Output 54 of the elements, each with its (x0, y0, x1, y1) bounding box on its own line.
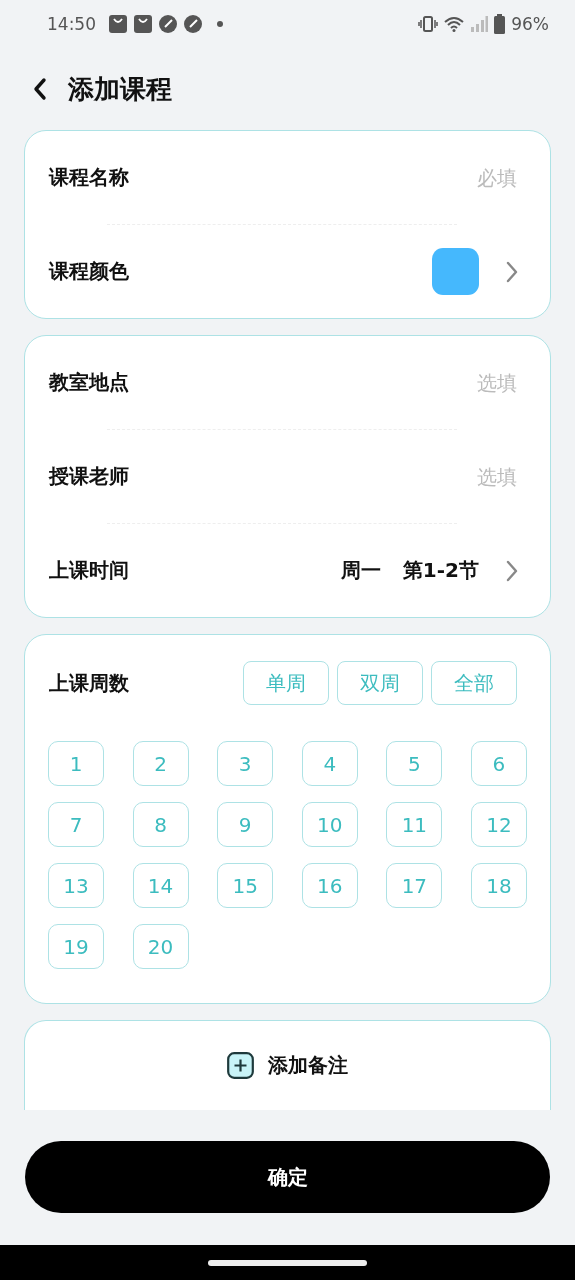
page-title: 添加课程 (68, 72, 172, 106)
week-button[interactable]: 14 (132, 863, 189, 908)
bag-icon (134, 15, 152, 33)
week-button[interactable]: 8 (132, 802, 189, 847)
color-swatch[interactable] (432, 248, 479, 295)
back-icon[interactable] (32, 77, 48, 101)
input-field[interactable]: 选填 (395, 369, 519, 396)
field-label: 教室地点 (49, 369, 129, 396)
gauge-icon (159, 15, 177, 33)
section-label: 上课周数 (49, 669, 129, 697)
week-button[interactable]: 4 (301, 741, 358, 786)
add-note-button[interactable]: 添加备注 (24, 1020, 551, 1110)
field-label: 课程颜色 (49, 258, 129, 285)
week-button[interactable]: 20 (132, 924, 189, 969)
week-button[interactable]: 15 (217, 863, 274, 908)
field-label: 上课时间 (49, 557, 129, 584)
week-button[interactable]: 9 (217, 802, 274, 847)
vibrate-icon (418, 16, 439, 32)
week-filter-button[interactable]: 全部 (431, 661, 517, 705)
week-filter-button[interactable]: 双周 (337, 661, 423, 705)
week-button[interactable]: 5 (386, 741, 443, 786)
signal-icon (470, 16, 489, 32)
week-button[interactable]: 16 (301, 863, 358, 908)
field-label: 课程名称 (49, 164, 129, 191)
picker-value[interactable]: 第1-2节 (402, 557, 479, 584)
gauge-icon (184, 15, 202, 33)
week-button[interactable]: 13 (48, 863, 104, 908)
week-button[interactable]: 17 (386, 863, 443, 908)
status-time: 14:50 (47, 14, 96, 34)
field-label: 授课老师 (49, 463, 129, 490)
input-field[interactable]: 选填 (395, 463, 519, 490)
week-button[interactable]: 6 (470, 741, 527, 786)
wifi-icon (444, 16, 465, 32)
chevron-right-icon (505, 259, 519, 284)
week-button[interactable]: 10 (301, 802, 358, 847)
chevron-right-icon (505, 558, 519, 583)
dot-icon (217, 21, 223, 27)
battery-percent: 96% (511, 14, 549, 34)
week-button[interactable]: 11 (386, 802, 443, 847)
home-indicator[interactable] (208, 1259, 367, 1266)
week-button[interactable]: 19 (48, 924, 104, 969)
bag-icon (109, 15, 127, 33)
picker-value[interactable]: 周一 (340, 557, 381, 584)
week-button[interactable]: 7 (48, 802, 104, 847)
confirm-button[interactable]: 确定 (25, 1141, 550, 1213)
week-button[interactable]: 1 (48, 741, 104, 786)
week-button[interactable]: 18 (470, 863, 527, 908)
battery-icon (494, 14, 506, 34)
week-button[interactable]: 3 (217, 741, 274, 786)
input-field[interactable]: 必填 (395, 164, 519, 191)
plus-icon (227, 1052, 254, 1079)
week-button[interactable]: 2 (132, 741, 189, 786)
week-filter-button[interactable]: 单周 (243, 661, 329, 705)
week-button[interactable]: 12 (470, 802, 527, 847)
